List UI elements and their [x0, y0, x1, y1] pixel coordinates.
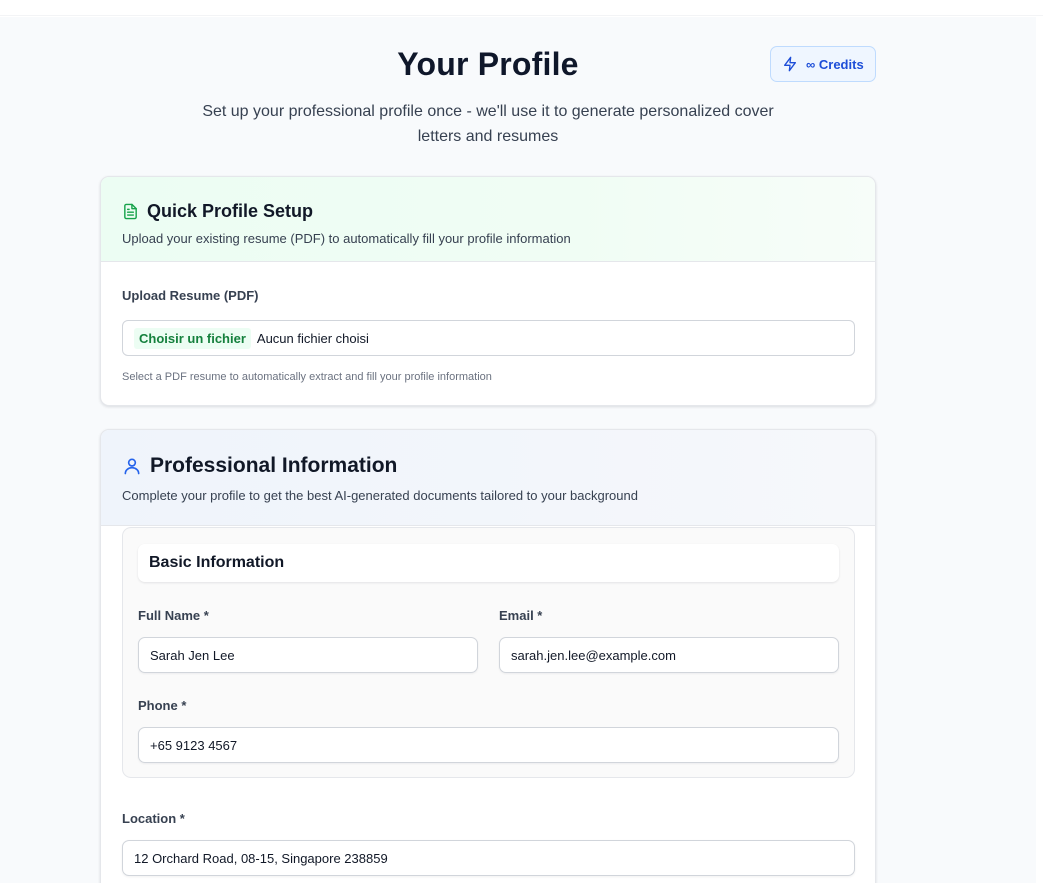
- basic-information-heading: Basic Information: [138, 544, 839, 582]
- email-input[interactable]: sarah.jen.lee@example.com: [499, 637, 839, 673]
- credits-label: ∞ Credits: [806, 56, 864, 72]
- page-title: Your Profile: [397, 46, 579, 82]
- quick-setup-title-text: Quick Profile Setup: [147, 201, 314, 221]
- professional-header: Professional Information Complete your p…: [101, 430, 875, 526]
- credits-button[interactable]: ∞ Credits: [770, 46, 876, 82]
- email-label: Email *: [499, 608, 543, 623]
- full-name-input[interactable]: Sarah Jen Lee: [138, 637, 478, 673]
- upload-resume-label: Upload Resume (PDF): [122, 288, 259, 303]
- file-status: Aucun fichier choisi: [256, 330, 369, 346]
- phone-input[interactable]: +65 9123 4567: [138, 727, 839, 763]
- full-name-label: Full Name *: [138, 608, 209, 623]
- user-icon: [124, 458, 140, 475]
- quick-setup-description: Upload your existing resume (PDF) to aut…: [122, 231, 571, 246]
- phone-label: Phone *: [138, 698, 187, 713]
- basic-information-section: Basic Information Full Name * Sarah Jen …: [122, 527, 855, 778]
- professional-title: Professional Information: [122, 454, 397, 478]
- professional-information-card: Professional Information Complete your p…: [100, 429, 876, 883]
- right-gutter: [1036, 17, 1043, 883]
- professional-description: Complete your profile to get the best AI…: [122, 488, 638, 503]
- page-subtitle: Set up your professional profile once - …: [202, 103, 774, 145]
- quick-setup-title: Quick Profile Setup: [122, 201, 313, 222]
- document-icon: [124, 203, 137, 220]
- quick-profile-setup-card: Quick Profile Setup Upload your existing…: [100, 176, 876, 406]
- upload-hint: Select a PDF resume to automatically ext…: [122, 371, 492, 383]
- quick-setup-header: Quick Profile Setup Upload your existing…: [101, 177, 875, 262]
- top-strip: [0, 0, 1043, 16]
- location-label: Location *: [122, 811, 185, 826]
- professional-title-text: Professional Information: [150, 454, 398, 477]
- lightning-icon: [784, 56, 796, 72]
- location-input[interactable]: 12 Orchard Road, 08-15, Singapore 238859: [122, 840, 855, 876]
- resume-file-input[interactable]: Choisir un fichier Aucun fichier choisi: [122, 320, 855, 356]
- choose-file-button[interactable]: Choisir un fichier: [134, 327, 251, 349]
